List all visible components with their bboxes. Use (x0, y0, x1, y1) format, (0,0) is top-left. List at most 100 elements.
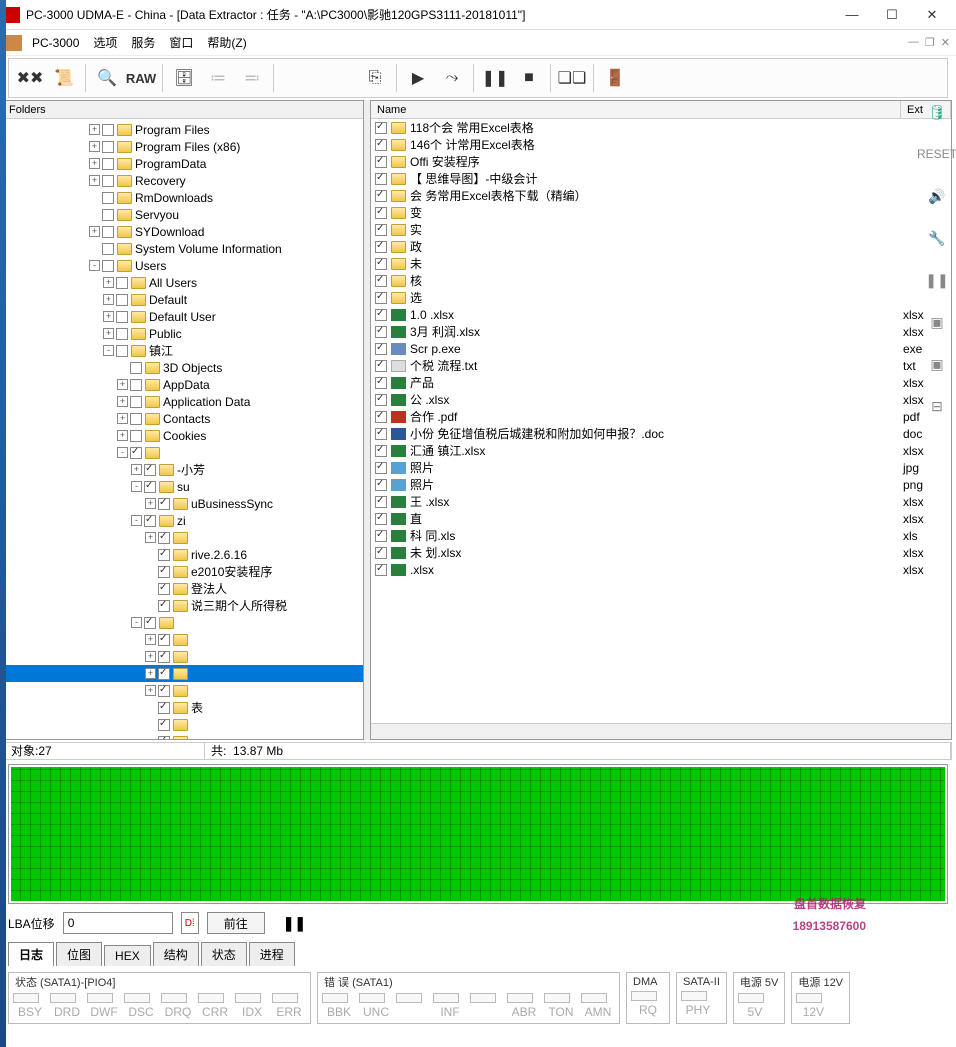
folder-tree[interactable]: +Program Files+Program Files (x86)+Progr… (5, 119, 363, 739)
tools-icon[interactable]: ✖✖ (13, 61, 47, 95)
menu-window[interactable]: 窗口 (169, 34, 193, 51)
minimize-button[interactable]: — (832, 1, 872, 29)
tree-item[interactable]: 说三期个人所得税 (5, 597, 363, 614)
file-row[interactable]: 1.0 .xlsxxlsx (371, 306, 951, 323)
tree-item[interactable]: +Default (5, 291, 363, 308)
tree-item[interactable]: + (5, 648, 363, 665)
binoculars-icon[interactable]: 🔍 (90, 61, 124, 95)
maximize-button[interactable]: ☐ (872, 1, 912, 29)
reset-icon[interactable]: RESET (925, 142, 949, 166)
lba-goto-button[interactable]: 前往 (207, 912, 265, 934)
tree-item[interactable]: +Cookies (5, 427, 363, 444)
lba-input[interactable] (63, 912, 173, 934)
sector-map[interactable] (8, 764, 948, 904)
file-row[interactable]: 个税 流程.txttxt (371, 357, 951, 374)
file-row[interactable]: 合作 .pdfpdf (371, 408, 951, 425)
file-row[interactable]: 实 (371, 221, 951, 238)
play-icon[interactable]: ▶ (401, 61, 435, 95)
list-icon[interactable]: ≔ (201, 61, 235, 95)
tree-item[interactable]: 登法人 (5, 580, 363, 597)
tree-item[interactable]: + (5, 529, 363, 546)
tree-item[interactable]: rive.2.6.16 (5, 546, 363, 563)
tree-item[interactable]: +Contacts (5, 410, 363, 427)
tree-item[interactable]: + uBusinessSync (5, 495, 363, 512)
file-row[interactable]: 3月 利润.xlsxxlsx (371, 323, 951, 340)
tree-item[interactable]: +ProgramData (5, 155, 363, 172)
step-icon[interactable]: ⤳ (435, 61, 469, 95)
tree-item[interactable]: -zi (5, 512, 363, 529)
lba-pause-icon[interactable]: ❚❚ (283, 915, 306, 932)
chip2-icon[interactable]: ▣ (925, 352, 949, 376)
tree-item[interactable]: +AppData (5, 376, 363, 393)
lba-hex-toggle[interactable]: D⁞ (181, 912, 199, 934)
file-row[interactable]: 产品xlsx (371, 374, 951, 391)
tree-item[interactable]: -镇江 (5, 342, 363, 359)
pause-side-icon[interactable]: ❚❚ (925, 268, 949, 292)
menu-help[interactable]: 帮助(Z) (207, 34, 246, 51)
tree-item[interactable]: System Volume Information (5, 240, 363, 257)
file-row[interactable]: 直xlsx (371, 510, 951, 527)
file-row[interactable]: 146个 计常用Excel表格 (371, 136, 951, 153)
tree-item[interactable]: Servyou (5, 206, 363, 223)
tab-log[interactable]: 日志 (8, 942, 54, 966)
tree-item[interactable]: +Program Files (5, 121, 363, 138)
file-row[interactable]: 王 .xlsxxlsx (371, 493, 951, 510)
mdi-close-icon[interactable]: ✕ (941, 36, 950, 49)
tree-item[interactable]: +Public (5, 325, 363, 342)
tree-item[interactable]: -Users (5, 257, 363, 274)
file-row[interactable]: 【 思维导图】-中级会计 (371, 170, 951, 187)
export-icon[interactable]: ⎘ (358, 61, 392, 95)
database-icon[interactable]: 🗄 (167, 61, 201, 95)
tree-item[interactable]: -su (5, 478, 363, 495)
tree-item[interactable]: +Program Files (x86) (5, 138, 363, 155)
list2-icon[interactable]: ≕ (235, 61, 269, 95)
file-row[interactable]: 未 (371, 255, 951, 272)
tree-item[interactable]: 表 (5, 699, 363, 716)
file-row[interactable]: 公 .xlsxxlsx (371, 391, 951, 408)
tab-process[interactable]: 进程 (249, 942, 295, 966)
file-row[interactable]: 照片png (371, 476, 951, 493)
tree-item[interactable]: + (5, 631, 363, 648)
tab-bitmap[interactable]: 位图 (56, 942, 102, 966)
file-row[interactable]: 科 同.xlsxls (371, 527, 951, 544)
tree-item[interactable]: +Recovery (5, 172, 363, 189)
wrench-icon[interactable]: 🔧 (925, 226, 949, 250)
file-row[interactable]: Offi 安装程序 (371, 153, 951, 170)
file-row[interactable]: 照片jpg (371, 459, 951, 476)
mdi-restore-icon[interactable]: ❐ (925, 36, 935, 49)
pause-icon[interactable]: ❚❚ (478, 61, 512, 95)
file-row[interactable]: Scr p.exeexe (371, 340, 951, 357)
horizontal-scrollbar[interactable] (371, 723, 951, 739)
db-cylinder-icon[interactable]: 🛢 (925, 100, 949, 124)
tree-item[interactable]: +SYDownload (5, 223, 363, 240)
tree-item[interactable]: + -小芳 (5, 461, 363, 478)
tree-item[interactable]: + (5, 682, 363, 699)
tab-hex[interactable]: HEX (104, 945, 151, 966)
tree-item[interactable]: +All Users (5, 274, 363, 291)
tree-item[interactable]: + (5, 665, 363, 682)
file-row[interactable]: 核 (371, 272, 951, 289)
tree-item[interactable]: +Default User (5, 308, 363, 325)
column-name[interactable]: Name (371, 101, 901, 118)
raw-button[interactable]: RAW (124, 61, 158, 95)
tree-item[interactable]: +Application Data (5, 393, 363, 410)
stop-icon[interactable]: ■ (512, 61, 546, 95)
file-list[interactable]: 118个会 常用Excel表格146个 计常用Excel表格Offi 安装程序【… (371, 119, 951, 723)
connector-icon[interactable]: ⊟ (925, 394, 949, 418)
file-row[interactable]: 选 (371, 289, 951, 306)
menu-services[interactable]: 服务 (131, 34, 155, 51)
copy-icon[interactable]: ❏❏ (555, 61, 589, 95)
file-row[interactable]: 小份 免征增值税后城建税和附加如何申报？.docdoc (371, 425, 951, 442)
exit-icon[interactable]: 🚪 (598, 61, 632, 95)
file-row[interactable]: .xlsxxlsx (371, 561, 951, 578)
close-button[interactable]: ✕ (912, 1, 952, 29)
file-row[interactable]: 会 务常用Excel表格下载（精编） (371, 187, 951, 204)
file-row[interactable]: 汇通 镇江.xlsxxlsx (371, 442, 951, 459)
tree-item[interactable] (5, 733, 363, 739)
menu-options[interactable]: 选项 (93, 34, 117, 51)
tree-item[interactable]: - (5, 614, 363, 631)
file-row[interactable]: 变 (371, 204, 951, 221)
tree-item[interactable] (5, 716, 363, 733)
tab-struct[interactable]: 结构 (153, 942, 199, 966)
mdi-minimize-icon[interactable]: — (908, 36, 919, 49)
